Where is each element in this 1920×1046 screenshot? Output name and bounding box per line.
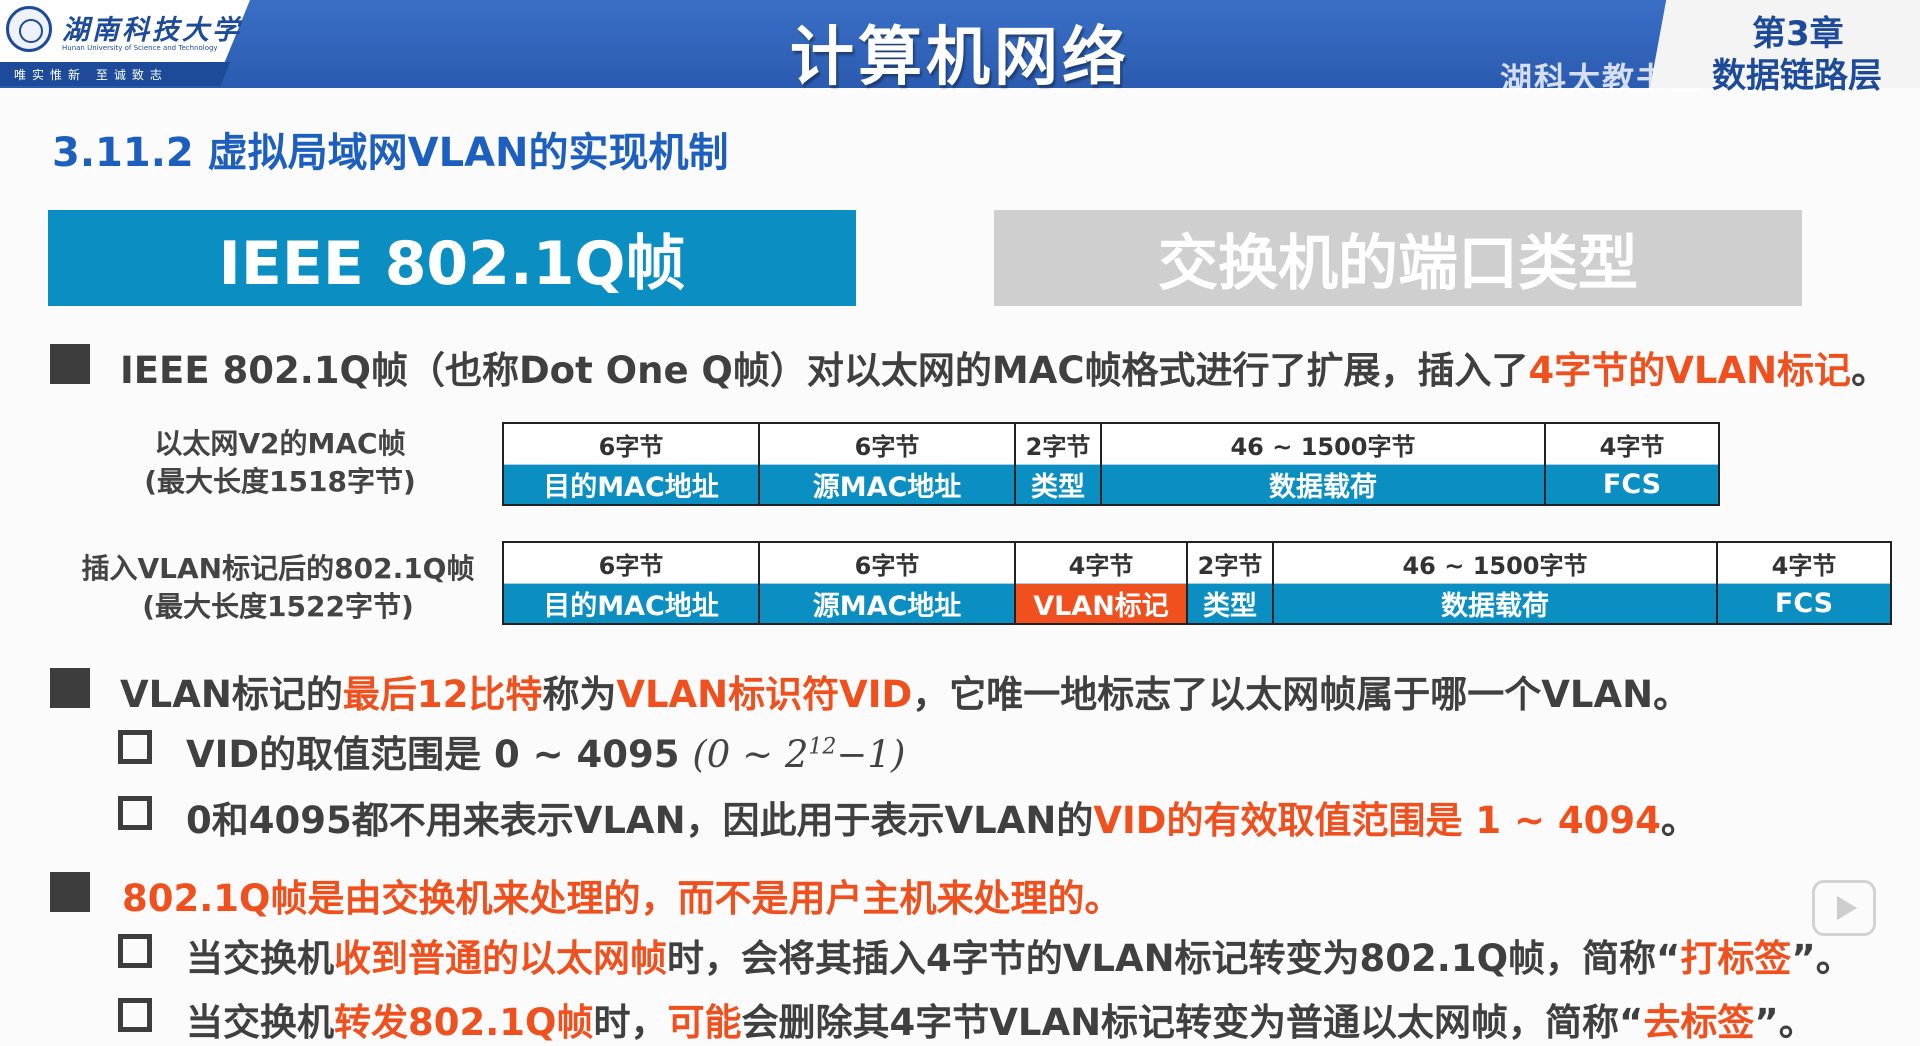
- tab-switch-port-types[interactable]: 交换机的端口类型: [994, 210, 1802, 306]
- frame1-field-payload: 46 ~ 1500字节 数据载荷: [1102, 424, 1546, 504]
- chapter-name: 数据链路层: [1712, 56, 1882, 96]
- highlight-forward-8021q: 转发802.1Q帧: [334, 1001, 594, 1044]
- field-name: 类型: [1188, 583, 1272, 623]
- course-title: 计算机网络: [790, 21, 1130, 95]
- formula-part: (0 ~ 2: [692, 733, 809, 776]
- text: 会删除其4字节VLAN标记转变为普通以太网帧，简称“: [741, 1001, 1644, 1044]
- field-bytes: 4字节: [1016, 543, 1186, 583]
- field-bytes: 6字节: [760, 543, 1014, 583]
- bullet-square: [50, 668, 90, 708]
- field-bytes: 4字节: [1546, 424, 1718, 464]
- text: 。: [1660, 799, 1698, 842]
- bullet-8021q-extension: IEEE 802.1Q帧（也称Dot One Q帧）对以太网的MAC帧格式进行了…: [120, 340, 1888, 394]
- field-bytes: 46 ~ 1500字节: [1102, 424, 1544, 464]
- sub-bullet-vid-range: VID的取值范围是 0 ~ 4095 (0 ~ 212−1): [186, 724, 905, 778]
- university-english-name: Hunan University of Science and Technolo…: [62, 44, 218, 52]
- frame1-field-src-mac: 6字节 源MAC地址: [760, 424, 1016, 504]
- field-bytes: 2字节: [1188, 543, 1272, 583]
- play-icon[interactable]: [1812, 880, 1876, 936]
- bullet-square: [50, 344, 90, 384]
- frame2-label-line1: 插入VLAN标记后的802.1Q帧: [81, 552, 475, 585]
- frame2-field-type: 2字节 类型: [1188, 543, 1274, 623]
- formula-part: −1): [836, 733, 906, 776]
- ieee-8021q-frame: 6字节 目的MAC地址 6字节 源MAC地址 4字节 VLAN标记 2字节 类型 46 …: [502, 541, 1892, 625]
- text: 当交换机: [186, 1001, 334, 1044]
- field-bytes: 6字节: [504, 424, 758, 464]
- frame2-field-vlan-tag: 4字节 VLAN标记: [1016, 543, 1188, 623]
- university-motto: 唯实惟新 至诚致志: [14, 68, 168, 82]
- frame1-label-line1: 以太网V2的MAC帧: [154, 427, 406, 460]
- field-name: 数据载荷: [1274, 583, 1716, 623]
- sub-bullet-box: [118, 934, 152, 968]
- field-name: FCS: [1718, 583, 1890, 623]
- field-bytes: 6字节: [504, 543, 758, 583]
- bullet-text: IEEE 802.1Q帧（也称Dot One Q帧）对以太网的MAC帧格式进行了…: [120, 349, 1529, 392]
- highlight-vid: VLAN标识符VID: [616, 673, 913, 716]
- text: 时，会将其插入4字节的VLAN标记转变为802.1Q帧，简称“: [667, 937, 1681, 980]
- field-name: 数据载荷: [1102, 464, 1544, 504]
- frame1-field-type: 2字节 类型: [1016, 424, 1102, 504]
- ethernet-v2-frame: 6字节 目的MAC地址 6字节 源MAC地址 2字节 类型 46 ~ 1500字节 数据…: [502, 422, 1720, 506]
- sub-bullet-box: [118, 730, 152, 764]
- bullet-end: 。: [1851, 349, 1889, 392]
- field-bytes: 46 ~ 1500字节: [1274, 543, 1716, 583]
- text: 当交换机: [186, 937, 334, 980]
- university-seal-icon: [6, 6, 52, 52]
- frame2-field-payload: 46 ~ 1500字节 数据载荷: [1274, 543, 1718, 623]
- frame1-label: 以太网V2的MAC帧 (最大长度1518字节): [130, 425, 430, 501]
- highlight-last-12-bits: 最后12比特: [342, 673, 543, 716]
- sub-bullet-box: [118, 998, 152, 1032]
- highlight-possibly: 可能: [667, 1001, 742, 1044]
- frame1-field-fcs: 4字节 FCS: [1546, 424, 1718, 504]
- bullet-vid: VLAN标记的最后12比特称为VLAN标识符VID，它唯一地标志了以太网帧属于哪…: [120, 664, 1690, 718]
- frame1-label-line2: (最大长度1518字节): [144, 465, 416, 498]
- frame2-field-fcs: 4字节 FCS: [1718, 543, 1890, 623]
- highlight-untagging: 去标签: [1643, 1001, 1755, 1044]
- vid-range-formula: (0 ~ 212−1): [692, 733, 905, 776]
- field-name: 目的MAC地址: [504, 583, 758, 623]
- field-name: FCS: [1546, 464, 1718, 504]
- highlight-vlan-tag: 4字节的VLAN标记: [1528, 349, 1852, 392]
- highlight-valid-range: VID的有效取值范围是 1 ~ 4094: [1093, 799, 1661, 842]
- field-bytes: 6字节: [760, 424, 1014, 464]
- field-bytes: 4字节: [1718, 543, 1890, 583]
- bullet-switch-processing: 802.1Q帧是由交换机来处理的，而不是用户主机来处理的。: [122, 877, 1122, 920]
- field-name: 源MAC地址: [760, 464, 1014, 504]
- text: ”。: [1791, 937, 1853, 980]
- text: 称为: [542, 673, 617, 716]
- highlight-receive-ethernet: 收到普通的以太网帧: [334, 937, 667, 980]
- field-bytes: 2字节: [1016, 424, 1100, 464]
- text: VID的取值范围是 0 ~ 4095: [186, 733, 680, 776]
- field-name: 类型: [1016, 464, 1100, 504]
- text: VLAN标记的: [120, 673, 343, 716]
- section-title: 3.11.2 虚拟局域网VLAN的实现机制: [52, 130, 729, 176]
- sub-bullet-box: [118, 796, 152, 830]
- formula-exponent: 12: [808, 734, 837, 760]
- frame2-label-line2: (最大长度1522字节): [142, 590, 414, 623]
- highlight-tagging: 打标签: [1680, 937, 1792, 980]
- sub-bullet-untagging: 当交换机转发802.1Q帧时，可能会删除其4字节VLAN标记转变为普通以太网帧，…: [186, 992, 1816, 1046]
- field-name: VLAN标记: [1016, 583, 1186, 623]
- sub-bullet-valid-vid: 0和4095都不用来表示VLAN，因此用于表示VLAN的VID的有效取值范围是 …: [186, 790, 1698, 844]
- tab-ieee-8021q-frame[interactable]: IEEE 802.1Q帧: [48, 210, 856, 306]
- frame1-field-dst-mac: 6字节 目的MAC地址: [504, 424, 760, 504]
- bullet-square: [50, 872, 90, 912]
- field-name: 目的MAC地址: [504, 464, 758, 504]
- text: 时，: [593, 1001, 668, 1044]
- university-name: 湖南科技大学: [62, 15, 242, 46]
- frame2-label: 插入VLAN标记后的802.1Q帧 (最大长度1522字节): [78, 550, 478, 626]
- field-name: 源MAC地址: [760, 583, 1014, 623]
- text: ”。: [1754, 1001, 1816, 1044]
- text: ，它唯一地标志了以太网帧属于哪一个VLAN。: [912, 673, 1691, 716]
- frame2-field-src-mac: 6字节 源MAC地址: [760, 543, 1016, 623]
- sub-bullet-tagging: 当交换机收到普通的以太网帧时，会将其插入4字节的VLAN标记转变为802.1Q帧…: [186, 928, 1853, 982]
- text: 0和4095都不用来表示VLAN，因此用于表示VLAN的: [186, 799, 1094, 842]
- frame2-field-dst-mac: 6字节 目的MAC地址: [504, 543, 760, 623]
